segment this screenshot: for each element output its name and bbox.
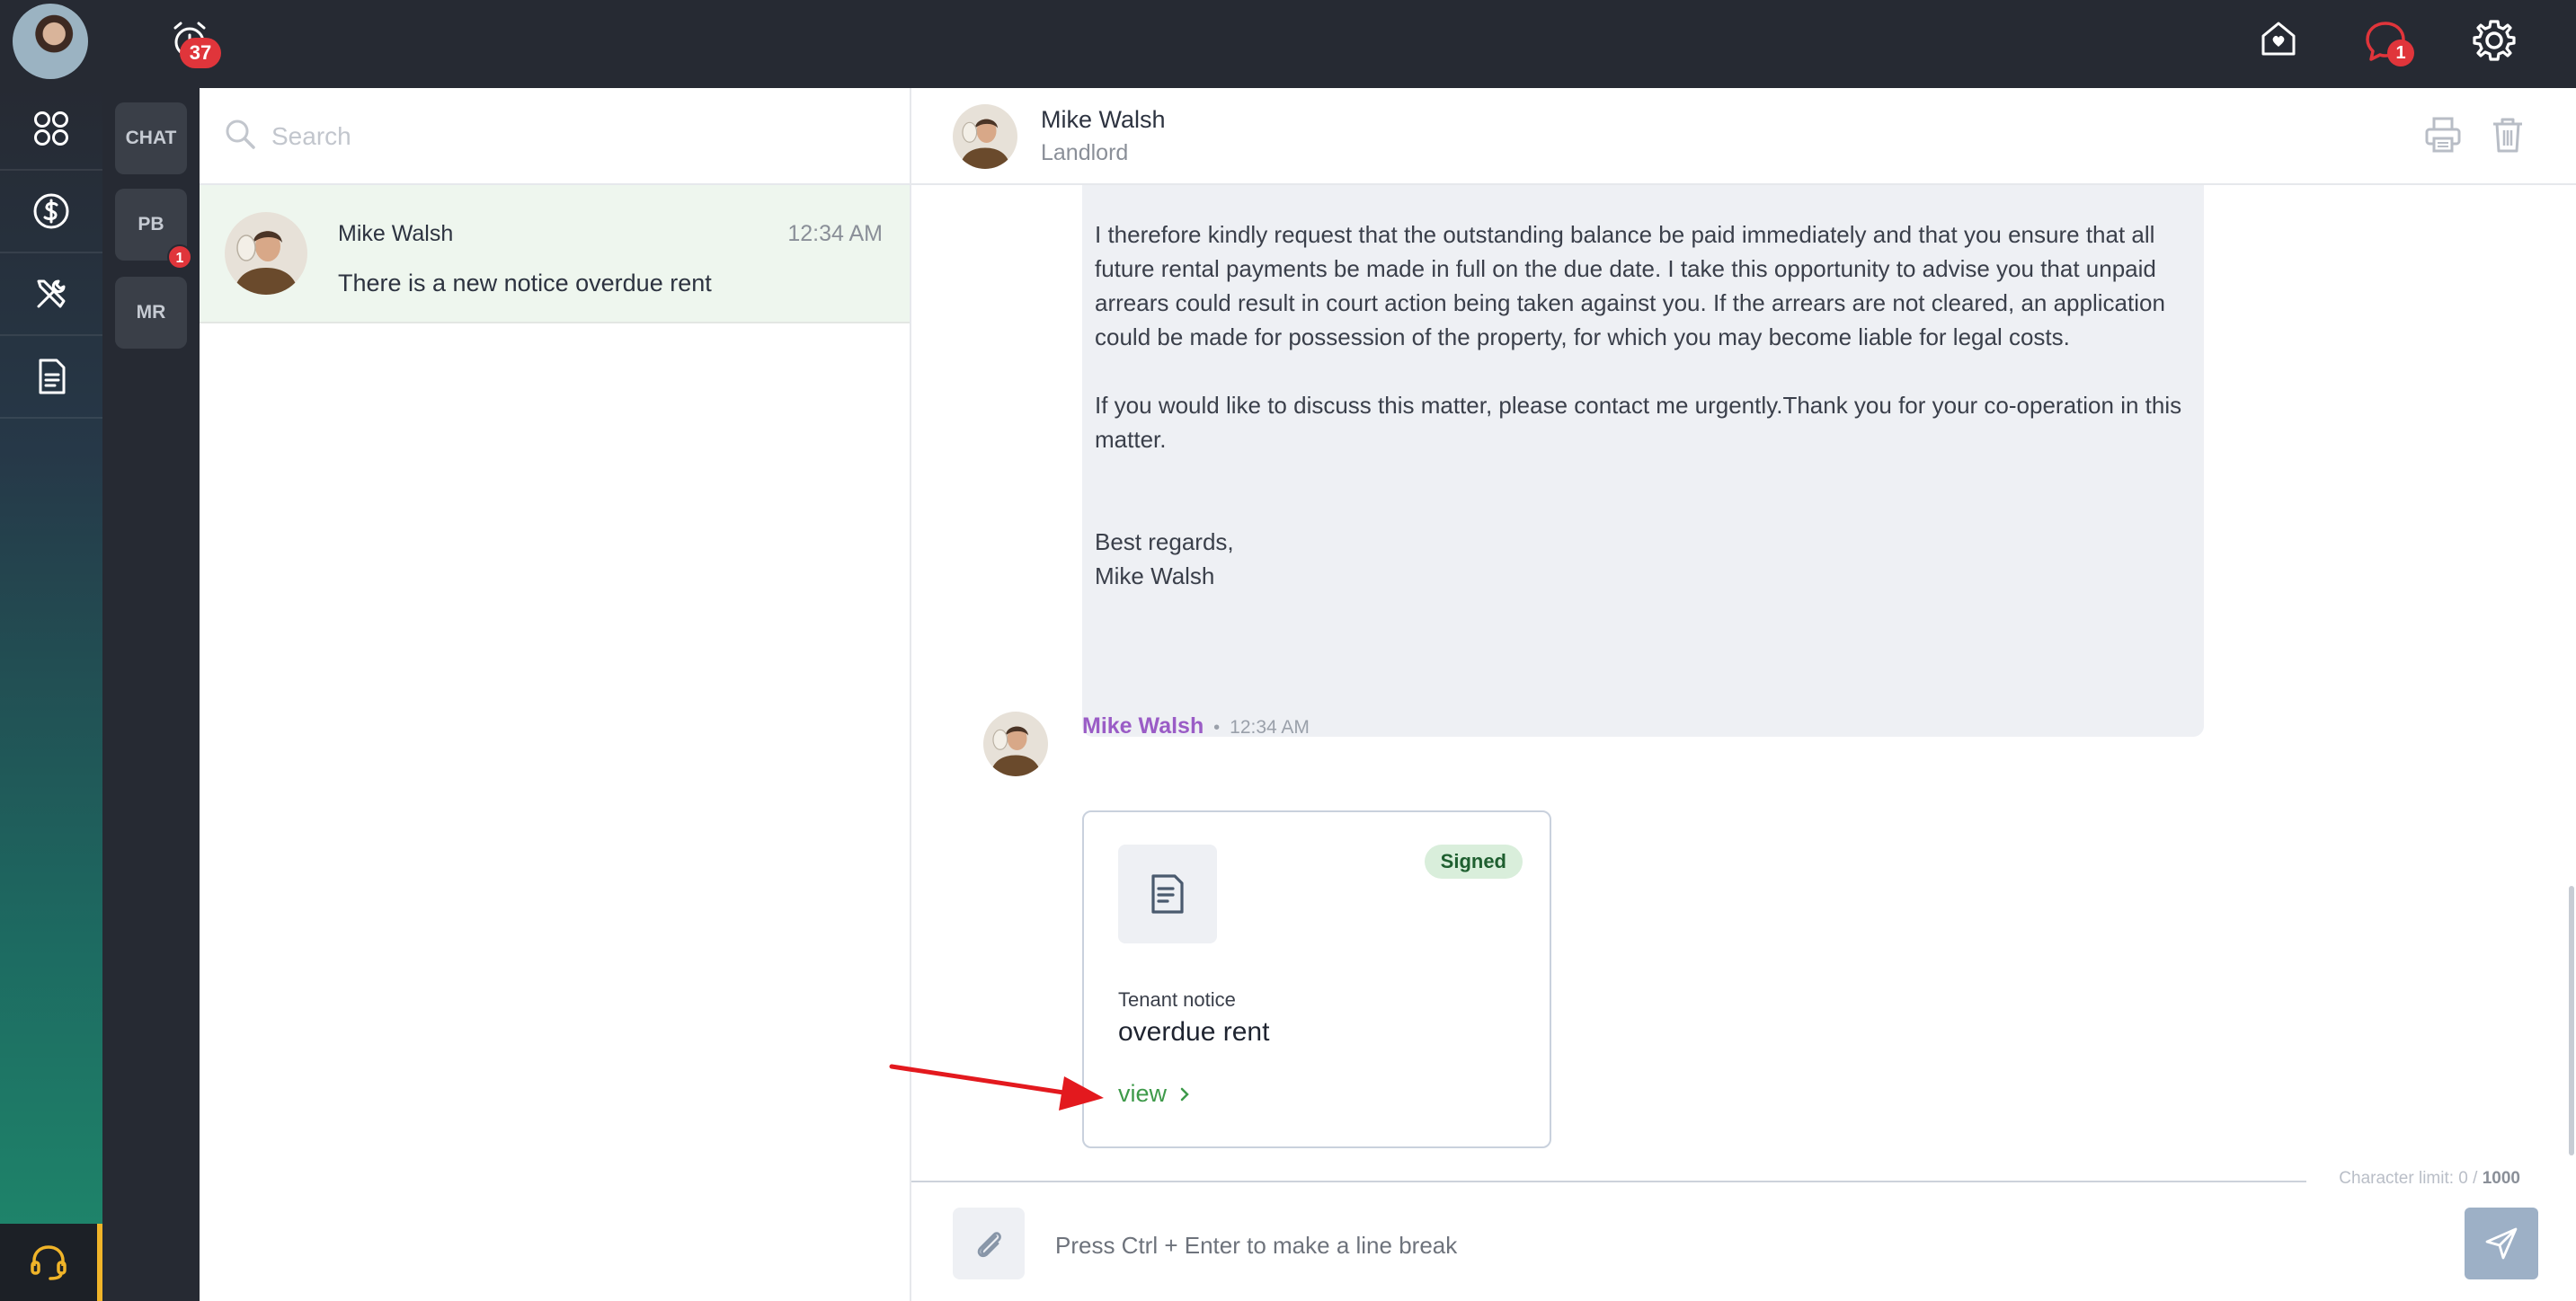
- card-label: Tenant notice: [1118, 988, 1236, 1011]
- chat-badge: 1: [2387, 40, 2414, 66]
- message-closing: Best regards,: [1095, 528, 1234, 555]
- character-limit: Character limit: 0 / 1000: [2333, 1169, 2526, 1189]
- character-limit-max: 1000: [2482, 1169, 2520, 1188]
- chat-contact-name: Mike Walsh: [1041, 106, 1166, 133]
- trash-icon[interactable]: [2490, 115, 2526, 155]
- nav-payments[interactable]: [0, 171, 102, 253]
- document-icon-box: [1118, 845, 1217, 943]
- chat-header: Mike Walsh Landlord: [911, 88, 2576, 185]
- chat-contact-role: Landlord: [1041, 140, 1129, 165]
- nav-support[interactable]: [0, 1224, 102, 1301]
- conversation-name: Mike Walsh: [338, 221, 454, 246]
- dollar-coin-icon: [33, 193, 69, 229]
- character-limit-label: Character limit: 0 /: [2339, 1169, 2483, 1188]
- nav-documents[interactable]: [0, 336, 102, 419]
- chat-type-column: CHAT PB MR: [102, 88, 200, 1301]
- paperclip-icon: [977, 1232, 1001, 1258]
- headset-icon: [31, 1245, 67, 1280]
- message-meta: Mike Walsh • 12:34 AM: [1082, 713, 1310, 739]
- document-icon: [39, 358, 66, 394]
- conversation-item[interactable]: Mike Walsh 12:34 AM There is a new notic…: [200, 185, 910, 323]
- conversation-list: Mike Walsh 12:34 AM There is a new notic…: [200, 88, 911, 1301]
- avatar: [225, 212, 307, 295]
- message-paragraph: I therefore kindly request that the outs…: [1095, 221, 2165, 350]
- conversation-preview: There is a new notice overdue rent: [338, 270, 712, 296]
- nav-maintenance[interactable]: [0, 253, 102, 336]
- print-icon[interactable]: [2423, 115, 2463, 155]
- chat-area: Mike Walsh Landlord I therefore kindly r…: [911, 88, 2576, 1301]
- chat-type-mr[interactable]: MR: [115, 277, 187, 349]
- document-icon: [1151, 874, 1184, 914]
- nav-dashboard[interactable]: [0, 88, 102, 171]
- message-signature: Mike Walsh: [1095, 562, 1215, 589]
- top-bar: 37 1: [0, 0, 2576, 88]
- search-icon: [226, 119, 255, 149]
- message-time: 12:34 AM: [1230, 717, 1310, 738]
- send-button[interactable]: [2465, 1208, 2538, 1279]
- card-title: overdue rent: [1118, 1017, 1270, 1047]
- view-link[interactable]: view: [1118, 1080, 1190, 1108]
- gear-icon[interactable]: [2470, 16, 2518, 65]
- avatar: [983, 712, 1048, 776]
- chat-type-chat[interactable]: CHAT: [115, 102, 187, 174]
- search-input[interactable]: [271, 113, 883, 160]
- message-sender: Mike Walsh: [1082, 713, 1204, 739]
- tools-icon: [37, 279, 66, 308]
- message-bubble: I therefore kindly request that the outs…: [1082, 185, 2204, 737]
- avatar: [953, 104, 1017, 169]
- user-avatar[interactable]: [13, 4, 88, 79]
- search-bar: [200, 88, 910, 185]
- alarm-badge: 37: [180, 38, 221, 68]
- view-link-label: view: [1118, 1080, 1168, 1107]
- message-paragraph: If you would like to discuss this matter…: [1095, 392, 2182, 453]
- chevron-right-icon: [1180, 1087, 1189, 1101]
- conversation-time: 12:34 AM: [787, 221, 883, 246]
- dashboard-icon: [34, 111, 68, 146]
- scrollbar-thumb[interactable]: [2569, 886, 2574, 1155]
- pb-badge: 1: [167, 244, 192, 270]
- document-card: Signed Tenant notice overdue rent view: [1082, 810, 1551, 1148]
- send-icon: [2485, 1227, 2518, 1260]
- home-icon[interactable]: [2256, 16, 2301, 61]
- composer-divider: [911, 1181, 2306, 1182]
- left-nav: [0, 88, 102, 1301]
- separator-dot: •: [1213, 718, 1221, 738]
- attach-button[interactable]: [953, 1208, 1025, 1279]
- message-input[interactable]: [1055, 1222, 2385, 1269]
- status-badge: Signed: [1424, 845, 1523, 879]
